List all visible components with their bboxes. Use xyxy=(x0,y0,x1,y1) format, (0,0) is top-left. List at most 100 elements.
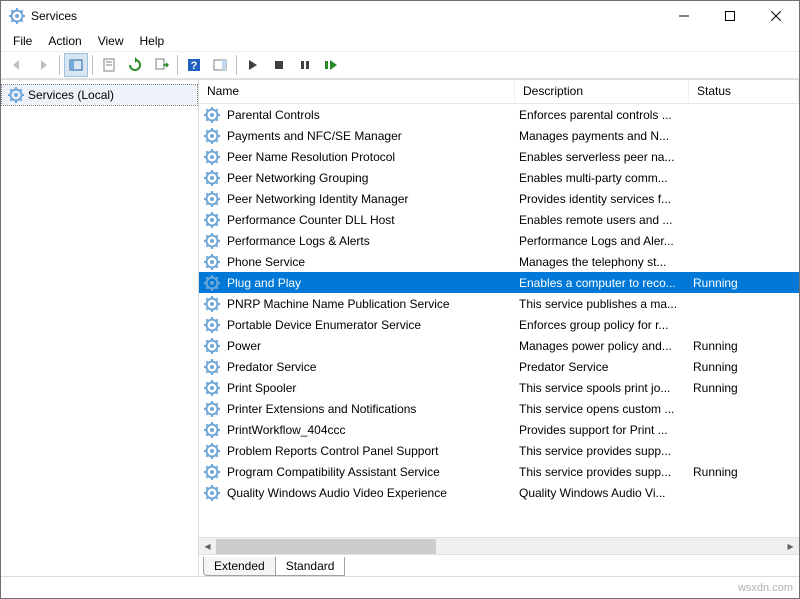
scroll-right-button[interactable]: ▸ xyxy=(782,538,799,555)
service-description: Enforces parental controls ... xyxy=(515,108,689,122)
scroll-track[interactable] xyxy=(216,538,782,555)
service-description: Enables serverless peer na... xyxy=(515,150,689,164)
service-description: Enforces group policy for r... xyxy=(515,318,689,332)
close-button[interactable] xyxy=(753,1,799,31)
tab-standard[interactable]: Standard xyxy=(275,557,346,576)
titlebar: Services xyxy=(1,1,799,31)
gear-icon xyxy=(203,190,221,208)
scroll-left-button[interactable]: ◂ xyxy=(199,538,216,555)
gear-icon xyxy=(203,400,221,418)
stop-service-button[interactable] xyxy=(267,53,291,77)
service-name: Peer Networking Grouping xyxy=(223,171,515,185)
service-description: Provides support for Print ... xyxy=(515,423,689,437)
service-row[interactable]: Print SpoolerThis service spools print j… xyxy=(199,377,799,398)
service-name: Parental Controls xyxy=(223,108,515,122)
column-header-status[interactable]: Status xyxy=(689,80,799,103)
toolbar-separator xyxy=(177,55,178,75)
gear-icon xyxy=(203,253,221,271)
start-service-button[interactable] xyxy=(241,53,265,77)
service-status: Running xyxy=(689,381,799,395)
service-description: This service publishes a ma... xyxy=(515,297,689,311)
toolbar-separator xyxy=(59,55,60,75)
service-row[interactable]: Parental ControlsEnforces parental contr… xyxy=(199,104,799,125)
service-row[interactable]: Peer Networking Identity ManagerProvides… xyxy=(199,188,799,209)
tab-extended[interactable]: Extended xyxy=(203,557,276,576)
service-row[interactable]: Payments and NFC/SE ManagerManages payme… xyxy=(199,125,799,146)
service-name: Predator Service xyxy=(223,360,515,374)
service-rows: Parental ControlsEnforces parental contr… xyxy=(199,104,799,537)
gear-icon xyxy=(203,211,221,229)
toolbar-separator xyxy=(236,55,237,75)
service-row[interactable]: Program Compatibility Assistant ServiceT… xyxy=(199,461,799,482)
statusbar xyxy=(1,576,799,598)
service-name: Print Spooler xyxy=(223,381,515,395)
show-hide-tree-button[interactable] xyxy=(64,53,88,77)
service-row[interactable]: Quality Windows Audio Video ExperienceQu… xyxy=(199,482,799,503)
service-name: Peer Networking Identity Manager xyxy=(223,192,515,206)
scroll-thumb[interactable] xyxy=(216,539,436,554)
menu-action[interactable]: Action xyxy=(40,32,89,50)
help-button[interactable]: ? xyxy=(182,53,206,77)
service-row[interactable]: Peer Name Resolution ProtocolEnables ser… xyxy=(199,146,799,167)
column-header-name[interactable]: Name xyxy=(199,80,515,103)
service-row[interactable]: Portable Device Enumerator ServiceEnforc… xyxy=(199,314,799,335)
toolbar: ? xyxy=(1,51,799,79)
gear-icon xyxy=(203,484,221,502)
service-description: Provides identity services f... xyxy=(515,192,689,206)
service-name: Peer Name Resolution Protocol xyxy=(223,150,515,164)
services-list[interactable]: Name Description Status Parental Control… xyxy=(199,80,799,554)
column-header-description[interactable]: Description xyxy=(515,80,689,103)
menu-view[interactable]: View xyxy=(90,32,132,50)
service-row[interactable]: Peer Networking GroupingEnables multi-pa… xyxy=(199,167,799,188)
service-row[interactable]: PrintWorkflow_404cccProvides support for… xyxy=(199,419,799,440)
service-row[interactable]: Performance Counter DLL HostEnables remo… xyxy=(199,209,799,230)
service-name: Phone Service xyxy=(223,255,515,269)
service-row[interactable]: PNRP Machine Name Publication ServiceThi… xyxy=(199,293,799,314)
service-row[interactable]: Phone ServiceManages the telephony st... xyxy=(199,251,799,272)
main-pane: Name Description Status Parental Control… xyxy=(199,80,799,576)
gear-icon xyxy=(203,148,221,166)
back-button[interactable] xyxy=(5,53,29,77)
forward-button[interactable] xyxy=(31,53,55,77)
gear-icon xyxy=(203,232,221,250)
gear-icon xyxy=(203,421,221,439)
tree-services-local[interactable]: Services (Local) xyxy=(1,84,198,106)
service-description: Manages payments and N... xyxy=(515,129,689,143)
service-name: Performance Counter DLL Host xyxy=(223,213,515,227)
service-status: Running xyxy=(689,339,799,353)
body-pane: Services (Local) Name Description Status… xyxy=(1,79,799,576)
service-row[interactable]: Performance Logs & AlertsPerformance Log… xyxy=(199,230,799,251)
service-row[interactable]: Predator ServicePredator ServiceRunning xyxy=(199,356,799,377)
maximize-button[interactable] xyxy=(707,1,753,31)
service-row[interactable]: Printer Extensions and NotificationsThis… xyxy=(199,398,799,419)
export-button[interactable] xyxy=(149,53,173,77)
restart-service-button[interactable] xyxy=(319,53,343,77)
action-pane-button[interactable] xyxy=(208,53,232,77)
column-headers[interactable]: Name Description Status xyxy=(199,80,799,104)
service-row[interactable]: Plug and PlayEnables a computer to reco.… xyxy=(199,272,799,293)
minimize-button[interactable] xyxy=(661,1,707,31)
service-name: Quality Windows Audio Video Experience xyxy=(223,486,515,500)
properties-button[interactable] xyxy=(97,53,121,77)
gear-icon xyxy=(203,169,221,187)
gear-icon xyxy=(203,358,221,376)
service-name: Plug and Play xyxy=(223,276,515,290)
service-status: Running xyxy=(689,360,799,374)
menu-file[interactable]: File xyxy=(5,32,40,50)
pause-service-button[interactable] xyxy=(293,53,317,77)
watermark: wsxdn.com xyxy=(738,582,793,594)
service-name: Printer Extensions and Notifications xyxy=(223,402,515,416)
refresh-button[interactable] xyxy=(123,53,147,77)
horizontal-scrollbar[interactable]: ◂ ▸ xyxy=(199,537,799,554)
app-icon xyxy=(9,8,25,24)
service-name: Performance Logs & Alerts xyxy=(223,234,515,248)
service-description: Predator Service xyxy=(515,360,689,374)
gear-icon xyxy=(8,87,24,103)
menu-help[interactable]: Help xyxy=(132,32,173,50)
svg-text:?: ? xyxy=(191,60,198,72)
gear-icon xyxy=(203,337,221,355)
service-row[interactable]: PowerManages power policy and...Running xyxy=(199,335,799,356)
console-tree[interactable]: Services (Local) xyxy=(1,80,199,576)
gear-icon xyxy=(203,442,221,460)
service-row[interactable]: Problem Reports Control Panel SupportThi… xyxy=(199,440,799,461)
